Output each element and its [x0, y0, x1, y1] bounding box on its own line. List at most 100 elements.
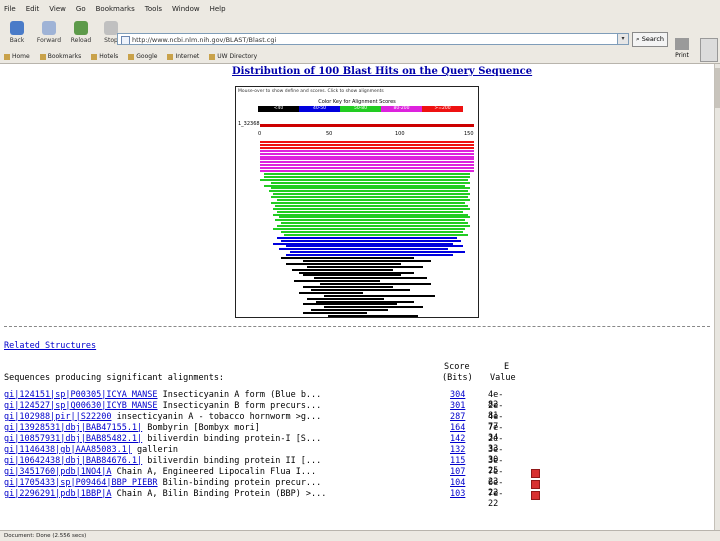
hit-bar[interactable] [299, 292, 363, 294]
sequence-accession-link[interactable]: gi|3451760|pdb|1NO4|A [4, 467, 111, 477]
menu-go[interactable]: Go [76, 2, 86, 16]
hit-bar[interactable] [303, 312, 367, 314]
vertical-scrollbar[interactable] [714, 64, 720, 530]
hit-bar[interactable] [271, 202, 466, 204]
hit-bar[interactable] [316, 301, 414, 303]
hit-bar[interactable] [273, 214, 468, 216]
hit-bar[interactable] [299, 272, 415, 274]
hit-bar[interactable] [260, 164, 474, 166]
menu-edit[interactable]: Edit [26, 2, 40, 16]
hit-bar[interactable] [281, 257, 414, 259]
bookmark-uw-directory[interactable]: UW Directory [209, 52, 257, 62]
hit-bar[interactable] [273, 208, 470, 210]
hit-bar[interactable] [286, 254, 453, 256]
hit-bar[interactable] [281, 240, 461, 242]
sequence-accession-link[interactable]: gi|1146438|gb|AAA85083.1| [4, 445, 132, 455]
hit-bar[interactable] [311, 289, 409, 291]
scrollbar-thumb[interactable] [715, 68, 720, 108]
hit-bar[interactable] [286, 245, 464, 247]
hit-bar[interactable] [279, 248, 448, 250]
back-button[interactable]: Back [2, 20, 32, 48]
sequence-accession-link[interactable]: gi|2296291|pdb|1BBP|A [4, 489, 111, 499]
score-link[interactable]: 304 [450, 390, 465, 400]
menu-bookmarks[interactable]: Bookmarks [96, 2, 135, 16]
structure-link-icon[interactable] [531, 480, 540, 489]
hit-bar[interactable] [307, 298, 384, 300]
address-bar[interactable]: http://www.ncbi.nlm.nih.gov/BLAST/Blast.… [117, 33, 629, 45]
hit-bar[interactable] [281, 231, 463, 233]
hit-bar[interactable] [260, 153, 474, 155]
bookmark-hotels[interactable]: Hotels [91, 52, 118, 62]
structure-link-icon[interactable] [531, 469, 540, 478]
hit-bar[interactable] [286, 263, 402, 265]
hit-bar[interactable] [260, 167, 474, 169]
structure-link-icon[interactable] [531, 491, 540, 500]
bookmark-bookmarks[interactable]: Bookmarks [40, 52, 82, 62]
search-button[interactable]: ⌕ Search [632, 32, 668, 47]
hit-bar[interactable] [260, 147, 474, 149]
menu-file[interactable]: File [4, 2, 16, 16]
hit-bar[interactable] [303, 260, 431, 262]
sequence-accession-link[interactable]: gi|1705433|sp|P09464|BBP_PIEBR [4, 478, 158, 488]
menu-tools[interactable]: Tools [145, 2, 162, 16]
bookmark-home[interactable]: Home [4, 52, 30, 62]
hit-bar[interactable] [279, 216, 469, 218]
hit-bar[interactable] [294, 280, 380, 282]
hit-bar[interactable] [271, 187, 470, 189]
menu-view[interactable]: View [49, 2, 66, 16]
score-link[interactable]: 164 [450, 423, 465, 433]
sequence-accession-link[interactable]: gi|13928531|dbj|BAB47155.1| [4, 423, 142, 433]
score-link[interactable]: 132 [450, 445, 465, 455]
bookmark-internet[interactable]: Internet [167, 52, 199, 62]
hit-bar[interactable] [260, 141, 474, 143]
hit-bar[interactable] [260, 144, 474, 146]
score-link[interactable]: 287 [450, 412, 465, 422]
chevron-down-icon[interactable]: ▾ [617, 34, 628, 44]
hit-bar[interactable] [271, 182, 470, 184]
hit-bar[interactable] [260, 161, 474, 163]
hit-bar[interactable] [292, 269, 393, 271]
print-button[interactable]: Print [670, 36, 694, 64]
hit-bar[interactable] [324, 295, 435, 297]
hit-bar[interactable] [303, 286, 393, 288]
hit-bar[interactable] [307, 266, 423, 268]
score-link[interactable]: 104 [450, 478, 465, 488]
bookmark-google[interactable]: Google [128, 52, 157, 62]
hit-bar[interactable] [269, 190, 468, 192]
hit-bar[interactable] [275, 219, 465, 221]
hit-bar[interactable] [264, 173, 469, 175]
hit-bar[interactable] [264, 185, 465, 187]
score-link[interactable]: 142 [450, 434, 465, 444]
hit-bar[interactable] [281, 222, 467, 224]
menu-help[interactable]: Help [210, 2, 226, 16]
forward-button[interactable]: Forward [34, 20, 64, 48]
hit-bar[interactable] [277, 199, 470, 201]
hit-bar[interactable] [311, 309, 388, 311]
hit-bar[interactable] [277, 225, 470, 227]
hit-bar[interactable] [273, 193, 470, 195]
hit-bar[interactable] [277, 237, 457, 239]
hit-bar[interactable] [271, 196, 468, 198]
hit-bar[interactable] [273, 228, 466, 230]
hit-bar[interactable] [284, 234, 468, 236]
reload-button[interactable]: Reload [66, 20, 96, 48]
hit-bar[interactable] [275, 205, 468, 207]
sequence-accession-link[interactable]: gi|10857931|dbj|BAB85482.1| [4, 434, 142, 444]
score-link[interactable]: 301 [450, 401, 465, 411]
hit-bar[interactable] [277, 211, 463, 213]
hit-bar[interactable] [328, 315, 418, 317]
hit-bar[interactable] [260, 156, 474, 158]
hit-bar[interactable] [260, 170, 474, 172]
hit-bar[interactable] [314, 277, 427, 279]
score-link[interactable]: 103 [450, 489, 465, 499]
menu-window[interactable]: Window [172, 2, 200, 16]
hit-bar[interactable] [303, 274, 401, 276]
hit-bar[interactable] [303, 303, 397, 305]
hit-bar[interactable] [324, 306, 422, 308]
score-link[interactable]: 115 [450, 456, 465, 466]
sequence-accession-link[interactable]: gi|124527|sp|Q00630|ICYB_MANSE [4, 401, 158, 411]
hit-bar[interactable] [264, 176, 469, 178]
hit-bar[interactable] [260, 150, 474, 152]
hit-bar[interactable] [320, 283, 431, 285]
hit-bar[interactable] [260, 179, 468, 181]
